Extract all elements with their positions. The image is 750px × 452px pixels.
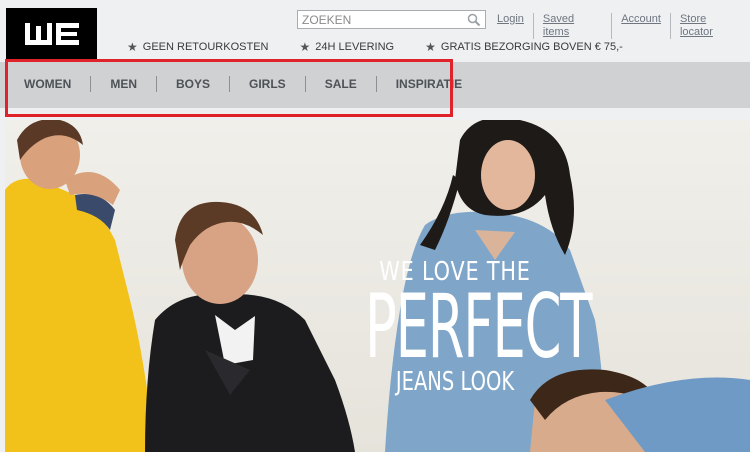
usp-label: GRATIS BEZORGING BOVEN € 75,-: [440, 41, 623, 53]
account-links: Login Saved items Account Store locator: [488, 13, 750, 39]
star-icon: ★: [299, 40, 311, 54]
usp-item: ★ GRATIS BEZORGING BOVEN € 75,-: [425, 40, 623, 54]
nav-item-girls[interactable]: GIRLS: [229, 76, 305, 92]
header: Login Saved items Account Store locator …: [0, 0, 750, 62]
we-logo-mark: [24, 23, 79, 45]
store-locator-link[interactable]: Store locator: [669, 13, 750, 39]
nav-item-men[interactable]: MEN: [90, 76, 156, 92]
main-navigation: WOMEN MEN BOYS GIRLS SALE INSPIRATIE: [0, 62, 750, 108]
hero-line-2: PERFECT: [365, 275, 593, 378]
saved-items-link[interactable]: Saved items: [532, 13, 611, 39]
star-icon: ★: [425, 40, 436, 54]
nav-item-inspiratie[interactable]: INSPIRATIE: [375, 76, 481, 92]
hero-banner[interactable]: WE LOVE THE PERFECT JEANS LOOK: [5, 120, 750, 452]
nav-item-sale[interactable]: SALE: [304, 76, 376, 92]
login-link[interactable]: Login: [488, 13, 533, 39]
star-icon: ★: [127, 40, 138, 54]
usp-item: ★ 24H LEVERING: [299, 40, 394, 54]
we-logo[interactable]: [6, 8, 97, 60]
nav-item-boys[interactable]: BOYS: [156, 76, 229, 92]
usp-label: GEEN RETOURKOSTEN: [142, 41, 269, 53]
nav-item-women[interactable]: WOMEN: [8, 76, 90, 92]
search-box[interactable]: [297, 10, 486, 29]
hero-line-3: JEANS LOOK: [395, 367, 515, 397]
usp-item: ★ GEEN RETOURKOSTEN: [127, 40, 268, 54]
hero-headline: WE LOVE THE PERFECT JEANS LOOK: [305, 257, 605, 397]
usp-label: 24H LEVERING: [315, 41, 395, 53]
search-input[interactable]: [298, 11, 466, 28]
usp-bar: ★ GEEN RETOURKOSTEN ★ 24H LEVERING ★ GRA…: [127, 40, 654, 54]
search-icon[interactable]: [467, 13, 481, 27]
nav-menu: WOMEN MEN BOYS GIRLS SALE INSPIRATIE: [8, 76, 481, 92]
account-link[interactable]: Account: [611, 13, 670, 39]
